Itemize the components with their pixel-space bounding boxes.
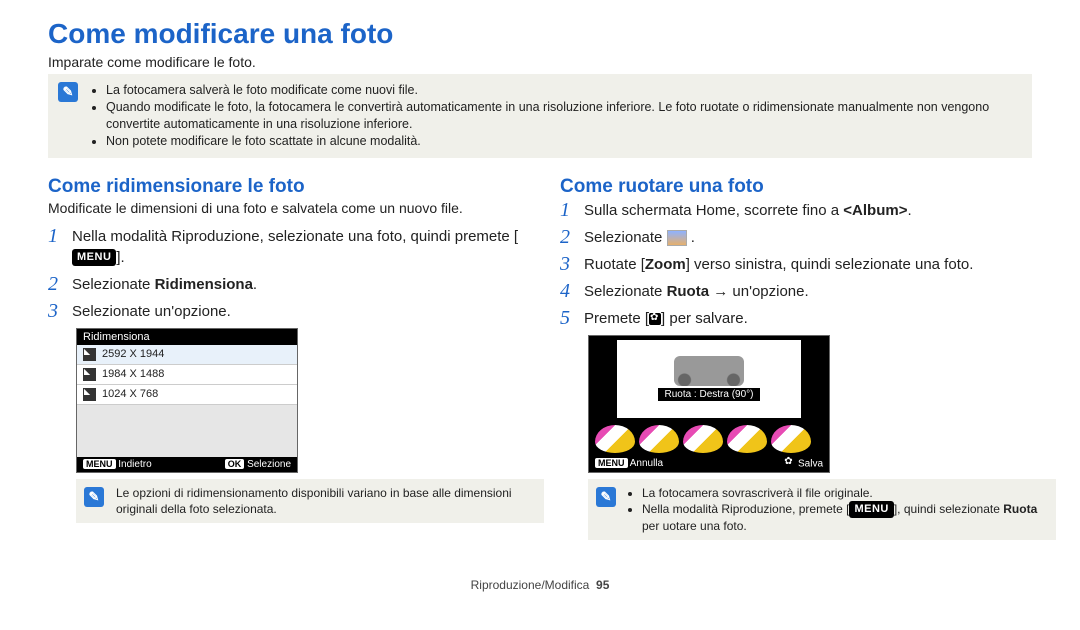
top-note-box: ✎ La fotocamera salverà le foto modifica… [48, 74, 1032, 158]
step-number: 1 [48, 226, 62, 246]
page-title: Come modificare una foto [48, 18, 1032, 50]
step-number: 4 [560, 281, 574, 301]
flower-icon [783, 458, 795, 470]
rotate-dialog: Ruota : Destra (90°) MENU Annulla Salva [588, 335, 830, 473]
flower-icon [649, 313, 661, 325]
step-number: 3 [560, 254, 574, 274]
size-icon [83, 368, 96, 381]
note-item: La fotocamera sovrascriverà il file orig… [642, 485, 1048, 501]
thumb[interactable] [595, 425, 635, 453]
edit-icon [667, 230, 687, 246]
menu-tag: MENU [83, 459, 116, 469]
step: 2 Selezionate . [560, 227, 1032, 248]
thumb[interactable] [639, 425, 679, 453]
menu-pill: MENU [849, 501, 893, 518]
rotate-main: Ruota : Destra (90°) [617, 340, 801, 418]
step-text: Sulla schermata Home, scorrete fino a <A… [584, 200, 912, 221]
ok-tag: OK [225, 459, 245, 469]
size-option[interactable]: 1024 X 768 [77, 385, 297, 405]
note-icon: ✎ [596, 487, 616, 507]
size-option[interactable]: 1984 X 1488 [77, 365, 297, 385]
step: 1 Nella modalità Riproduzione, seleziona… [48, 226, 520, 268]
dialog-footer: MENU Indietro OK Selezione [77, 457, 297, 472]
step-number: 3 [48, 301, 62, 321]
step: 3 Selezionate un'opzione. [48, 301, 520, 322]
step-text: Premete [] per salvare. [584, 308, 748, 329]
section-heading: Come ruotare una foto [560, 176, 1032, 198]
size-icon [83, 388, 96, 401]
size-option[interactable]: 2592 X 1944 [77, 345, 297, 365]
thumb[interactable] [771, 425, 811, 453]
thumb[interactable] [683, 425, 723, 453]
resize-dialog: Ridimensiona 2592 X 1944 1984 X 1488 102… [76, 328, 298, 473]
menu-tag: MENU [595, 458, 628, 468]
dialog-blank [77, 405, 297, 457]
step-number: 5 [560, 308, 574, 328]
step-text: Selezionate . [584, 227, 695, 248]
note-item: La fotocamera salverà le foto modificate… [106, 82, 1022, 99]
step: 5 Premete [] per salvare. [560, 308, 1032, 329]
size-icon [83, 348, 96, 361]
page-footer: Riproduzione/Modifica 95 [48, 578, 1032, 592]
right-footnote: ✎ La fotocamera sovrascriverà il file or… [588, 479, 1056, 541]
note-icon: ✎ [84, 487, 104, 507]
content-columns: Come ridimensionare le foto Modificate l… [48, 176, 1032, 559]
motorcycle-image [674, 356, 744, 386]
left-footnote: ✎ Le opzioni di ridimensionamento dispon… [76, 479, 544, 523]
dialog-title: Ridimensiona [77, 329, 297, 345]
rotate-label: Ruota : Destra (90°) [658, 388, 759, 401]
step-text: Selezionate un'opzione. [72, 301, 231, 322]
dialog-footer: MENU Annulla Salva [589, 456, 829, 472]
step-number: 1 [560, 200, 574, 220]
thumb[interactable] [727, 425, 767, 453]
note-item: Quando modificate le foto, la fotocamera… [106, 99, 1022, 133]
step-text: Selezionate Ruota → un'opzione. [584, 281, 809, 302]
intro-text: Imparate come modificare le foto. [48, 54, 1032, 70]
note-item: Non potete modificare le foto scattate i… [106, 133, 1022, 150]
step-text: Ruotate [Zoom] verso sinistra, quindi se… [584, 254, 973, 275]
left-column: Come ridimensionare le foto Modificate l… [48, 176, 520, 559]
step-number: 2 [48, 274, 62, 294]
right-column: Come ruotare una foto 1 Sulla schermata … [560, 176, 1032, 559]
step-number: 2 [560, 227, 574, 247]
manual-page: Come modificare una foto Imparate come m… [0, 0, 1080, 592]
step-text: Nella modalità Riproduzione, selezionate… [72, 226, 520, 268]
step: 1 Sulla schermata Home, scorrete fino a … [560, 200, 1032, 221]
section-heading: Come ridimensionare le foto [48, 176, 520, 198]
note-item: Nella modalità Riproduzione, premete [ME… [642, 501, 1048, 534]
step-text: Selezionate Ridimensiona. [72, 274, 257, 295]
step: 4 Selezionate Ruota → un'opzione. [560, 281, 1032, 302]
thumb-strip [589, 422, 829, 456]
section-lead: Modificate le dimensioni di una foto e s… [48, 200, 520, 216]
step: 2 Selezionate Ridimensiona. [48, 274, 520, 295]
menu-pill: MENU [72, 249, 116, 266]
note-icon: ✎ [58, 82, 78, 102]
step: 3 Ruotate [Zoom] verso sinistra, quindi … [560, 254, 1032, 275]
